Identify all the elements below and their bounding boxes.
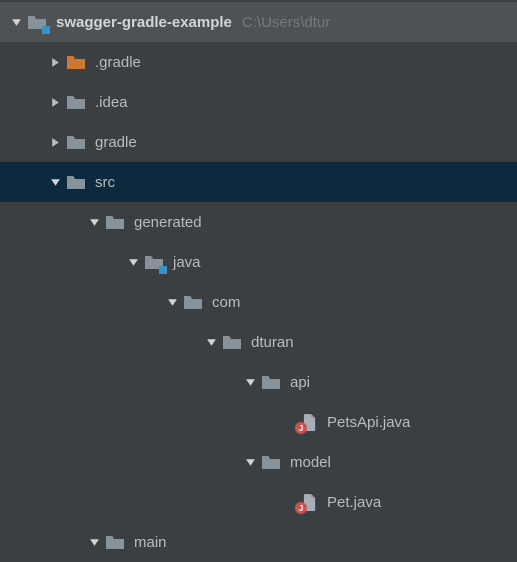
package-icon bbox=[260, 372, 282, 392]
package-icon bbox=[221, 332, 243, 352]
folder-icon bbox=[65, 92, 87, 112]
folder-label: generated bbox=[134, 214, 202, 231]
excluded-folder-icon bbox=[65, 52, 87, 72]
chevron-down-icon[interactable] bbox=[123, 252, 143, 272]
package-icon bbox=[182, 292, 204, 312]
folder-label: .idea bbox=[95, 94, 128, 111]
project-tree[interactable]: swagger-gradle-example C:\Users\dtur .gr… bbox=[0, 0, 517, 562]
folder-icon bbox=[104, 532, 126, 552]
folder-label: com bbox=[212, 294, 240, 311]
file-label: Pet.java bbox=[327, 494, 381, 511]
chevron-down-icon[interactable] bbox=[6, 12, 26, 32]
module-folder-icon bbox=[26, 12, 48, 32]
chevron-right-icon[interactable] bbox=[45, 132, 65, 152]
chevron-right-icon[interactable] bbox=[45, 92, 65, 112]
chevron-down-icon[interactable] bbox=[240, 452, 260, 472]
tree-row-model[interactable]: model bbox=[0, 442, 517, 482]
folder-label: api bbox=[290, 374, 310, 391]
chevron-right-icon[interactable] bbox=[45, 52, 65, 72]
project-name: swagger-gradle-example bbox=[56, 14, 232, 31]
tree-row-dturan[interactable]: dturan bbox=[0, 322, 517, 362]
chevron-down-icon[interactable] bbox=[84, 532, 104, 552]
chevron-down-icon[interactable] bbox=[240, 372, 260, 392]
package-icon bbox=[260, 452, 282, 472]
folder-label: dturan bbox=[251, 334, 294, 351]
tree-row-com[interactable]: com bbox=[0, 282, 517, 322]
tree-row-main[interactable]: main bbox=[0, 522, 517, 562]
folder-icon bbox=[65, 172, 87, 192]
file-label: PetsApi.java bbox=[327, 414, 410, 431]
chevron-down-icon[interactable] bbox=[45, 172, 65, 192]
folder-icon bbox=[65, 132, 87, 152]
folder-label: java bbox=[173, 254, 201, 271]
project-path: C:\Users\dtur bbox=[242, 14, 330, 31]
folder-label: src bbox=[95, 174, 115, 191]
folder-label: model bbox=[290, 454, 331, 471]
folder-label: .gradle bbox=[95, 54, 141, 71]
chevron-down-icon[interactable] bbox=[201, 332, 221, 352]
tree-row-gradle-cache[interactable]: .gradle bbox=[0, 42, 517, 82]
chevron-down-icon[interactable] bbox=[162, 292, 182, 312]
tree-row-petsapi[interactable]: J PetsApi.java bbox=[0, 402, 517, 442]
chevron-down-icon[interactable] bbox=[84, 212, 104, 232]
folder-label: gradle bbox=[95, 134, 137, 151]
folder-icon bbox=[104, 212, 126, 232]
java-file-icon: J bbox=[299, 492, 319, 512]
tree-row-api[interactable]: api bbox=[0, 362, 517, 402]
folder-label: main bbox=[134, 534, 167, 551]
java-file-icon: J bbox=[299, 412, 319, 432]
tree-row-src[interactable]: src bbox=[0, 162, 517, 202]
tree-row-generated[interactable]: generated bbox=[0, 202, 517, 242]
tree-row-java[interactable]: java bbox=[0, 242, 517, 282]
tree-row-pet[interactable]: J Pet.java bbox=[0, 482, 517, 522]
tree-row-gradle[interactable]: gradle bbox=[0, 122, 517, 162]
tree-row-project-root[interactable]: swagger-gradle-example C:\Users\dtur bbox=[0, 2, 517, 42]
tree-row-idea[interactable]: .idea bbox=[0, 82, 517, 122]
source-folder-icon bbox=[143, 252, 165, 272]
